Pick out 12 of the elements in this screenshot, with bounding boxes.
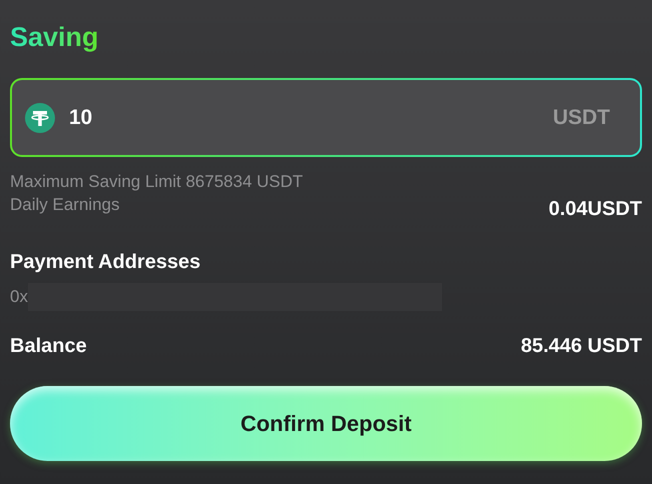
coin-icon: [25, 102, 55, 132]
daily-earnings-value: 0.04USDT: [548, 197, 642, 221]
section-heading: Payment Addresses: [10, 250, 200, 275]
wallet-address: 0x: [10, 286, 28, 308]
saving-limit-text: Maximum Saving Limit 8675834 USDT: [10, 171, 303, 193]
balance-label: Balance: [10, 334, 87, 359]
amount-input[interactable]: 10: [69, 102, 553, 134]
amount-field[interactable]: 10 USDT: [10, 78, 642, 157]
daily-earnings-label: Daily Earnings: [10, 194, 120, 216]
unit-label: USDT: [552, 104, 610, 131]
confirm-deposit-button[interactable]: Confirm Deposit: [10, 386, 642, 461]
balance-value: 85.446 USDT: [520, 334, 642, 359]
